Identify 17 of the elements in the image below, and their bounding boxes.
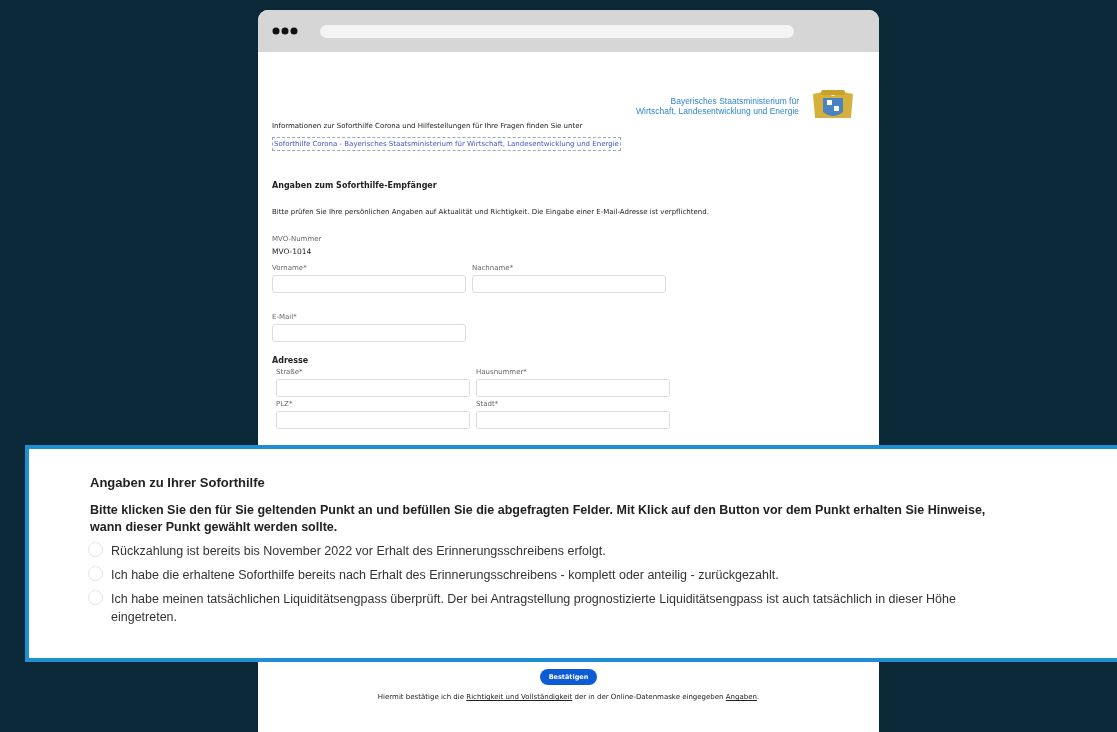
input-field[interactable] (276, 411, 470, 429)
address-bar[interactable] (320, 24, 794, 38)
option-label[interactable]: Rückzahlung ist bereits bis November 2022 vor Erhalt des Erinnerungsschreibens erfolgt. (111, 542, 606, 560)
address-heading: Adresse (272, 356, 310, 365)
instruction-text: Bitte klicken Sie den für Sie geltenden Punkt an und befüllen Sie die abgefragten Felder. Mit Klick auf den Button vor dem Punkt erhalten Sie Hinweise, wann dieser Punkt gewählt werden sollte. (90, 502, 987, 536)
input-field[interactable] (272, 324, 466, 342)
input-field[interactable] (472, 275, 666, 293)
input-field[interactable] (476, 379, 670, 397)
input-field[interactable] (476, 411, 670, 429)
window-dots-icon (272, 27, 298, 35)
input-field[interactable] (276, 379, 470, 397)
option-label[interactable]: Ich habe die erhaltene Soforthilfe bereits nach Erhalt des Erinnerungsschreibens - komplett oder anteilig - zurückgezahlt. (111, 566, 779, 584)
option-label[interactable]: Ich habe meinen tatsächlichen Liquiditätsengpass überprüft. Der bei Antragstellung prognostizierte Liquiditätsengpass ist auch tatsächlich in dieser Höhe eingetreten. (111, 590, 1010, 626)
ministry-name: Bayerisches Staatsministerium für Wirtschaft, Landesentwicklung und Energie (636, 96, 799, 116)
section-heading: Angaben zu Ihrer Soforthilfe (90, 475, 266, 490)
section-heading: Angaben zum Soforthilfe-Empfänger (272, 181, 438, 190)
input-field[interactable] (272, 275, 466, 293)
